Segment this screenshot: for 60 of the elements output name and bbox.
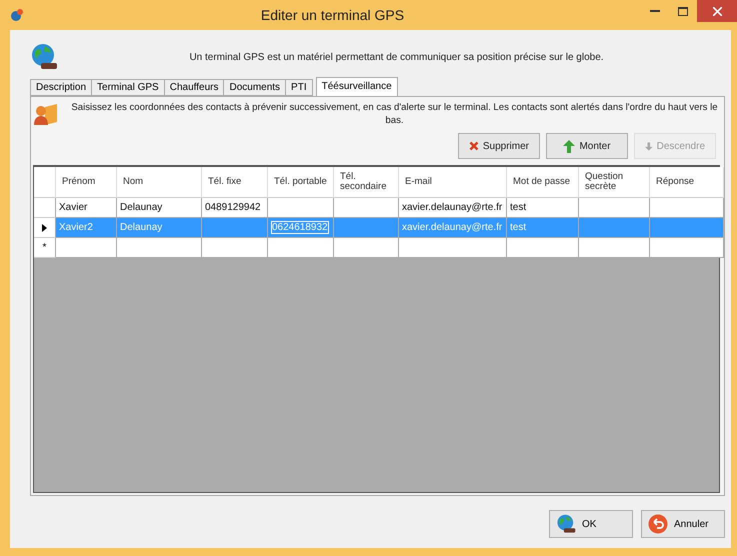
table-cell[interactable] [650,238,724,258]
table-cell[interactable]: xavier.delaunay@rte.fr [399,198,507,218]
tab[interactable]: Chauffeurs [164,79,224,96]
table-cell[interactable] [334,218,399,238]
table-cell[interactable] [650,218,724,238]
cancel-button[interactable]: Annuler [641,510,725,538]
table-cell[interactable] [399,238,507,258]
minimize-icon [650,10,660,12]
close-button[interactable] [697,0,737,22]
delete-button[interactable]: Supprimer [458,133,540,159]
table-cell[interactable] [579,218,650,238]
table-cell[interactable] [650,198,724,218]
column-header[interactable]: Question secrète [579,167,650,198]
app-icon [10,8,24,22]
ok-button[interactable]: OK [549,510,633,538]
row-header[interactable] [34,218,56,238]
table-cell[interactable] [202,238,268,258]
window-title: Editer un terminal GPS [260,7,406,23]
column-header[interactable]: Prénom [56,167,117,198]
contact-alert-icon [33,101,59,127]
table-cell[interactable] [334,238,399,258]
column-header[interactable]: Réponse [650,167,724,198]
current-row-icon [42,224,47,232]
table-cell[interactable] [507,238,579,258]
tab[interactable]: Description [30,79,92,96]
column-header[interactable]: Tél. portable [268,167,334,198]
table-cell[interactable] [268,238,334,258]
column-header[interactable]: E-mail [399,167,507,198]
undo-icon [648,514,668,534]
up-button[interactable]: Monter [546,133,628,159]
table-cell[interactable] [268,198,334,218]
table-cell[interactable]: test [507,198,579,218]
table-cell[interactable] [117,238,202,258]
table-cell[interactable] [202,218,268,238]
tab[interactable]: Terminal GPS [91,79,165,96]
table-cell[interactable] [579,238,650,258]
table-cell[interactable]: Delaunay [117,198,202,218]
cross-icon [469,139,479,153]
arrow-down-icon [645,140,653,152]
tab[interactable]: PTI [285,79,313,96]
description-text: Un terminal GPS est un matériel permettant de communiquer sa position précise sur le globe. [188,52,605,62]
table-cell[interactable]: 0489129942 [202,198,268,218]
table-cell[interactable] [334,198,399,218]
instructions-text: Saisissez les coordonnées des contacts à prévenir successivement, en cas d'alerte sur le terminal. Les contacts sont alertés dans l'ordre du haut vers le bas. [70,101,719,127]
tab[interactable]: Téésurveillance [316,77,398,96]
table-cell[interactable] [579,198,650,218]
globe-icon [30,43,58,71]
arrow-up-icon [563,140,576,152]
table-cell[interactable]: Xavier [56,198,117,218]
column-header[interactable]: Tél. fixe [202,167,268,198]
column-header[interactable]: Mot de passe [507,167,579,198]
table-cell[interactable] [56,238,117,258]
column-header[interactable]: Nom [117,167,202,198]
globe-icon [556,514,576,534]
tab[interactable]: Documents [223,79,286,96]
row-header[interactable]: * [34,238,56,258]
maximize-icon [678,6,688,16]
column-header[interactable]: Tél. secondaire [334,167,399,198]
close-icon [712,6,722,16]
corner-header [34,167,56,198]
